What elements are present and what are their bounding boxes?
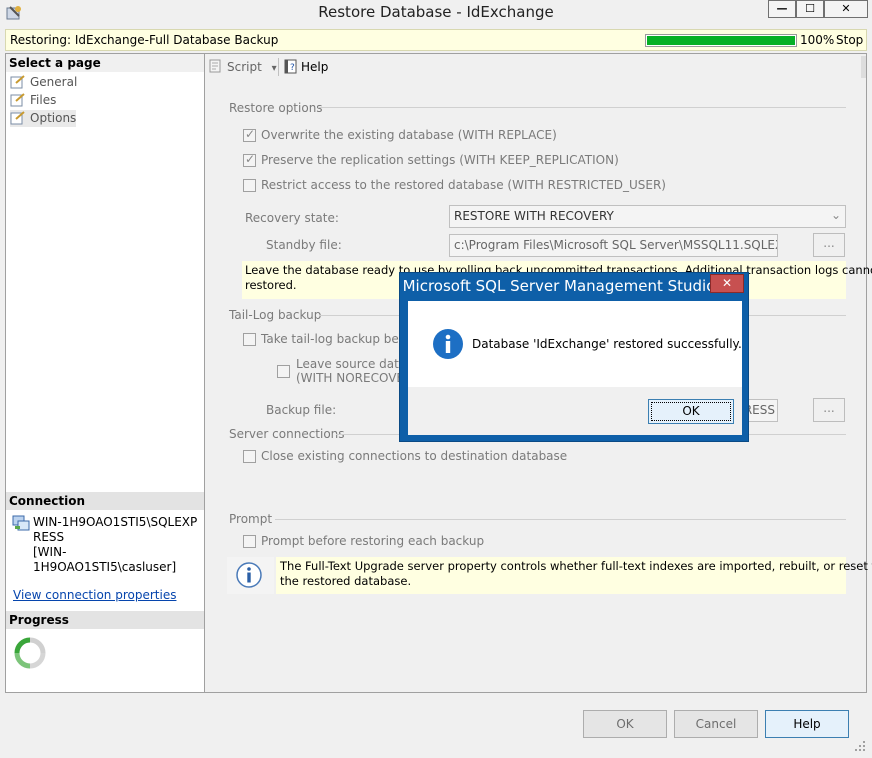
- overwrite-checkbox[interactable]: ✓: [243, 127, 256, 142]
- close-button[interactable]: ✕: [824, 0, 868, 18]
- connection-user: [WIN-1H9OAO1STI5\casluser]: [33, 545, 177, 574]
- message-box-footer: OK: [408, 387, 742, 435]
- preserve-replication-label: Preserve the replication settings (WITH …: [261, 153, 619, 167]
- progress-spinner-icon: [14, 637, 46, 669]
- progress-percent: 100%: [800, 33, 835, 47]
- checkmark-icon: ✓: [245, 127, 256, 141]
- close-connections-checkbox[interactable]: [243, 450, 256, 463]
- title-bar: Restore Database - IdExchange — ☐ ✕: [0, 0, 872, 28]
- progress-fill: [647, 36, 795, 45]
- fulltext-info-line: The Full-Text Upgrade server property co…: [280, 559, 872, 573]
- help-button[interactable]: Help: [765, 710, 849, 738]
- status-text: Restoring: IdExchange-Full Database Back…: [10, 33, 279, 47]
- server-connection-icon: [12, 515, 30, 531]
- progress-bar: [645, 34, 797, 47]
- restore-options-title: Restore options: [229, 101, 323, 115]
- close-connections-label: Close existing connections to destinatio…: [261, 449, 568, 463]
- group-divider: [275, 519, 846, 520]
- message-box-body: Database 'IdExchange' restored successfu…: [408, 301, 742, 387]
- backup-file-label: Backup file:: [266, 403, 337, 417]
- fulltext-info-line: the restored database.: [280, 574, 412, 588]
- script-icon: [209, 59, 221, 73]
- recovery-state-value: RESTORE WITH RECOVERY: [454, 209, 614, 223]
- standby-browse-button[interactable]: ...: [813, 233, 845, 257]
- page-wrench-icon: [10, 111, 25, 125]
- message-box-title: Microsoft SQL Server Management Studio: [402, 277, 716, 295]
- checkmark-icon: ✓: [245, 152, 256, 166]
- tail-log-checkbox[interactable]: [243, 333, 256, 346]
- message-box-ok-button[interactable]: OK: [648, 399, 734, 424]
- connection-server: WIN-1H9OAO1STI5\SQLEXPRESS: [33, 515, 198, 544]
- sidebar-item-label: Files: [30, 93, 57, 107]
- sidebar-item-label: Options: [30, 111, 77, 125]
- svg-text:?: ?: [290, 63, 295, 73]
- recovery-state-label: Recovery state:: [245, 211, 339, 225]
- backup-file-browse-button[interactable]: ...: [813, 398, 845, 422]
- fulltext-info-note: The Full-Text Upgrade server property co…: [276, 557, 872, 594]
- script-label: Script: [227, 60, 262, 74]
- cancel-button[interactable]: Cancel: [674, 710, 758, 738]
- minimize-button[interactable]: —: [768, 0, 796, 18]
- tail-log-title: Tail-Log backup: [229, 308, 322, 322]
- restrict-access-label: Restrict access to the restored database…: [261, 178, 666, 192]
- prompt-before-restore-checkbox[interactable]: [243, 535, 256, 548]
- status-bar: Restoring: IdExchange-Full Database Back…: [5, 29, 867, 51]
- info-icon: [236, 562, 262, 588]
- info-panel: [227, 557, 274, 594]
- tail-log-label: Take tail-log backup befor: [261, 332, 416, 346]
- prompt-before-restore-label: Prompt before restoring each backup: [261, 534, 485, 548]
- stop-button[interactable]: Stop: [836, 33, 863, 47]
- page-wrench-icon: [10, 75, 25, 89]
- view-connection-properties-link[interactable]: View connection properties: [13, 588, 176, 602]
- scrollbar[interactable]: [861, 56, 866, 78]
- left-pane: Select a page General Files Options Conn…: [5, 53, 205, 693]
- resize-grip-icon[interactable]: [854, 740, 866, 752]
- chevron-down-icon[interactable]: ▾: [272, 63, 277, 74]
- toolbar-separator: [278, 58, 279, 76]
- help-toolbar-button[interactable]: ? Help: [283, 59, 328, 74]
- connection-header: Connection: [6, 492, 204, 510]
- leave-source-checkbox[interactable]: [277, 365, 290, 378]
- sidebar-item-label: General: [30, 75, 78, 89]
- progress-header: Progress: [6, 611, 204, 629]
- standby-file-label: Standby file:: [266, 238, 342, 252]
- window-title: Restore Database - IdExchange: [318, 3, 554, 21]
- message-box-close-button[interactable]: ✕: [710, 274, 744, 293]
- sidebar-item-general[interactable]: General: [10, 74, 190, 91]
- help-book-icon: ?: [284, 59, 297, 74]
- sidebar-item-options[interactable]: Options: [10, 110, 76, 127]
- standby-file-input[interactable]: c:\Program Files\Microsoft SQL Server\MS…: [449, 234, 778, 257]
- script-button[interactable]: Script ▾: [209, 59, 277, 74]
- help-label: Help: [301, 60, 329, 74]
- info-icon: [433, 329, 463, 359]
- prompt-title: Prompt: [229, 512, 273, 526]
- group-divider: [318, 107, 846, 108]
- server-connections-title: Server connections: [229, 427, 345, 441]
- sidebar-item-files[interactable]: Files: [10, 92, 190, 109]
- message-box: Microsoft SQL Server Management Studio ✕…: [399, 272, 749, 442]
- select-page-header: Select a page: [6, 54, 204, 72]
- ok-button[interactable]: OK: [583, 710, 667, 738]
- recovery-state-select[interactable]: RESTORE WITH RECOVERY ⌄: [449, 205, 846, 228]
- page-wrench-icon: [10, 93, 25, 107]
- maximize-button[interactable]: ☐: [796, 0, 824, 18]
- preserve-replication-checkbox[interactable]: ✓: [243, 152, 256, 167]
- message-text: Database 'IdExchange' restored successfu…: [472, 337, 742, 351]
- restrict-access-checkbox[interactable]: [243, 179, 256, 192]
- overwrite-label: Overwrite the existing database (WITH RE…: [261, 128, 557, 142]
- chevron-down-icon: ⌄: [830, 208, 841, 222]
